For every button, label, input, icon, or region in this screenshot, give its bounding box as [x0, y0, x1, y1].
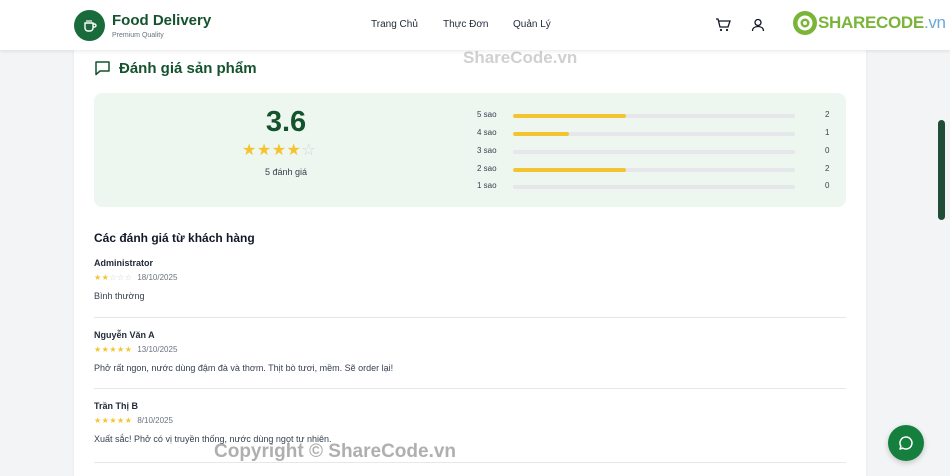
review-stars: ★ ★ ★ ★ ★ [94, 416, 132, 425]
rating-bar-count: 0 [825, 146, 830, 155]
review-item: Administrator ★ ★ ☆ ☆ ☆ 18/10/2025 Bình thườ… [94, 258, 846, 301]
chat-button[interactable] [888, 425, 924, 461]
divider [94, 317, 846, 318]
rating-bar-count: 1 [825, 128, 830, 137]
reviewer-name: Trần Thị B [94, 401, 139, 411]
page-scrollbar[interactable] [938, 120, 945, 220]
review-comment: Xuất sắc! Phở có vị truyền thống, nước d… [94, 434, 332, 444]
star-filled-icon: ★ [256, 142, 272, 159]
watermark-top: ShareCode.vn [463, 48, 578, 67]
logo-part-share: SHARE [818, 13, 877, 32]
section-header: Đánh giá sản phẩm [94, 60, 257, 77]
logo-part-tld: .vn [923, 13, 946, 32]
rating-bar-track [513, 132, 795, 136]
star-filled-icon: ★ [124, 416, 132, 425]
rating-bar-track [513, 185, 795, 189]
star-filled-icon: ★ [242, 142, 257, 159]
star-filled-icon: ★ [117, 345, 125, 354]
rating-bar-track [513, 114, 795, 118]
rating-bar-fill [513, 114, 626, 118]
review-date: 18/10/2025 [137, 273, 178, 282]
divider [94, 388, 846, 389]
reviewer-name: Administrator [94, 258, 154, 268]
rating-summary: 3.6 ★ ★ ★ ★ ☆ 5 đánh giá 5 sao 2 4 sao 1 3 s… [94, 93, 846, 207]
rating-bar-track [513, 168, 795, 172]
star-filled-icon: ★ [94, 345, 102, 354]
rating-bar-3: 3 sao 0 [477, 146, 837, 158]
star-filled-icon: ★ [101, 345, 109, 354]
review-comment: Bình thường [94, 291, 145, 301]
star-filled-icon: ★ [109, 416, 117, 425]
star-empty-icon: ☆ [301, 142, 316, 159]
average-rating: 3.6 [265, 106, 307, 138]
rating-bar-label: 2 sao [477, 164, 497, 173]
rating-bar-fill [513, 168, 626, 172]
star-filled-icon: ★ [286, 142, 301, 159]
chat-bubble-icon [95, 61, 110, 76]
review-stars: ★ ★ ☆ ☆ ☆ [94, 273, 132, 282]
sharecode-mark-icon [793, 11, 817, 35]
chat-icon [899, 436, 913, 450]
average-stars: ★ ★ ★ ★ ☆ [242, 143, 316, 159]
review-date: 13/10/2025 [137, 345, 178, 354]
reviews-title: Các đánh giá từ khách hàng [94, 231, 255, 245]
rating-bar-count: 0 [825, 181, 830, 190]
rating-bar-2: 2 sao 2 [477, 164, 837, 176]
brand-subtitle: Premium Quality [112, 32, 164, 39]
star-filled-icon: ★ [94, 273, 102, 282]
rating-bar-count: 2 [825, 164, 830, 173]
nav-menu[interactable]: Thực Đơn [443, 19, 488, 30]
top-navbar: Food Delivery Premium Quality Trang Chủ … [0, 0, 950, 50]
watermark-bottom: Copyright © ShareCode.vn [214, 441, 457, 462]
rating-bar-track [513, 150, 795, 154]
sharecode-logo: SHARECODE.vn [792, 10, 946, 36]
reviewer-name: Nguyễn Văn A [94, 330, 155, 340]
review-comment: Phở rất ngon, nước dùng đậm đà và thơm. … [94, 363, 394, 373]
divider [94, 462, 846, 463]
review-item: Nguyễn Văn A ★ ★ ★ ★ ★ 13/10/2025 Phở rất ng… [94, 330, 846, 373]
rating-bar-label: 3 sao [477, 146, 497, 155]
star-empty-icon: ☆ [124, 273, 132, 282]
star-filled-icon: ★ [94, 416, 102, 425]
star-filled-icon: ★ [271, 142, 287, 159]
star-filled-icon: ★ [124, 345, 132, 354]
total-reviews: 5 đánh giá [264, 167, 308, 177]
rating-bar-1: 1 sao 0 [477, 181, 837, 193]
rating-bar-5: 5 sao 2 [477, 110, 837, 122]
cart-icon[interactable] [715, 17, 731, 33]
rating-bar-4: 4 sao 1 [477, 128, 837, 140]
star-empty-icon: ☆ [109, 273, 117, 282]
nav-home[interactable]: Trang Chủ [371, 19, 418, 30]
user-icon[interactable] [750, 17, 766, 33]
rating-bar-label: 1 sao [477, 181, 497, 190]
rating-bar-label: 4 sao [477, 128, 497, 137]
review-item: Trần Thị B ★ ★ ★ ★ ★ 8/10/2025 Xuất sắc! Phở… [94, 401, 846, 444]
review-stars: ★ ★ ★ ★ ★ [94, 345, 132, 354]
rating-bar-count: 2 [825, 110, 830, 119]
rating-bar-fill [513, 132, 570, 136]
rating-bar-label: 5 sao [477, 110, 497, 119]
star-filled-icon: ★ [109, 345, 117, 354]
star-filled-icon: ★ [117, 416, 125, 425]
star-filled-icon: ★ [101, 416, 109, 425]
section-title: Đánh giá sản phẩm [119, 60, 257, 77]
logo-part-code: CODE [876, 13, 924, 32]
sharecode-logo-text: SHARECODE.vn [818, 13, 946, 33]
nav-manage[interactable]: Quản Lý [513, 19, 551, 30]
star-empty-icon: ☆ [117, 273, 125, 282]
star-filled-icon: ★ [101, 273, 109, 282]
review-date: 8/10/2025 [137, 416, 173, 425]
